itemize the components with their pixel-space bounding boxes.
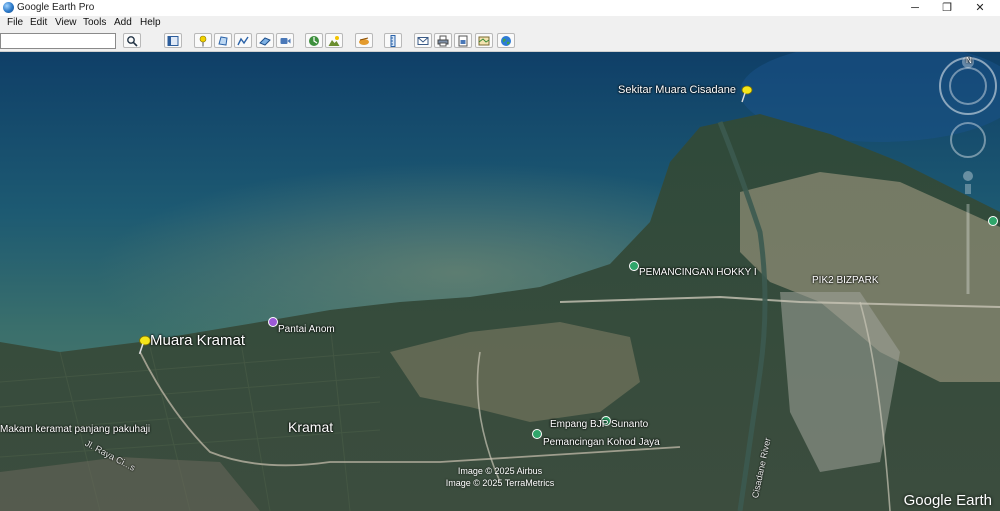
ruler-icon: [390, 34, 396, 47]
pushpin-icon[interactable]: [739, 85, 753, 103]
ruler-button[interactable]: [384, 33, 402, 48]
compass-north-label: N: [966, 56, 972, 65]
email-icon: [417, 36, 429, 45]
toolbar: [0, 31, 1000, 52]
label-sekitar-muara-cisadane[interactable]: Sekitar Muara Cisadane: [618, 84, 736, 96]
label-kramat[interactable]: Kramat: [288, 419, 333, 435]
label-pemancingan-kohod[interactable]: Pemancingan Kohod Jaya: [543, 437, 660, 448]
poi-marker-icon[interactable]: [268, 317, 278, 327]
menu-view[interactable]: View: [55, 17, 77, 28]
poi-marker-icon[interactable]: [629, 261, 639, 271]
sidebar-toggle-button[interactable]: [164, 33, 182, 48]
map-view-icon: [478, 36, 490, 45]
google-maps-button[interactable]: [475, 33, 493, 48]
planets-button[interactable]: [355, 33, 373, 48]
menu-add[interactable]: Add: [114, 17, 132, 28]
planet-icon: [359, 37, 369, 45]
record-tour-button[interactable]: [276, 33, 294, 48]
historical-imagery-button[interactable]: [305, 33, 323, 48]
search-icon: [127, 35, 138, 47]
label-empang-bjp[interactable]: Empang BJP Sunanto: [550, 419, 648, 430]
menu-bar: File Edit View Tools Add Help: [0, 16, 1000, 31]
title-bar: Google Earth Pro ─ ❐ ✕: [0, 0, 1000, 16]
search-input[interactable]: [0, 33, 116, 49]
add-polygon-button[interactable]: [214, 33, 232, 48]
print-icon: [437, 35, 449, 46]
label-makam-keramat[interactable]: Makam keramat panjang pakuhaji: [0, 424, 150, 435]
menu-help[interactable]: Help: [140, 17, 161, 28]
label-muara-kramat[interactable]: Muara Kramat: [150, 332, 245, 349]
poi-marker-icon[interactable]: [532, 429, 542, 439]
email-button[interactable]: [414, 33, 432, 48]
add-placemark-button[interactable]: [194, 33, 212, 48]
sidebar-icon: [167, 35, 179, 46]
polygon-icon: [218, 35, 228, 46]
minimize-button[interactable]: ─: [899, 0, 931, 16]
attribution-line-2: Image © 2025 TerraMetrics: [445, 478, 555, 488]
maximize-button[interactable]: ❐: [931, 0, 963, 16]
window-title: Google Earth Pro: [17, 2, 95, 13]
path-icon: [237, 36, 249, 45]
add-image-overlay-button[interactable]: [256, 33, 274, 48]
sunlight-button[interactable]: [325, 33, 343, 48]
placemark-icon: [199, 35, 207, 46]
map-viewport[interactable]: Sekitar Muara Cisadane Muara Kramat Pant…: [0, 52, 1000, 511]
add-path-button[interactable]: [234, 33, 252, 48]
image-overlay-icon: [259, 36, 271, 46]
close-button[interactable]: ✕: [964, 0, 996, 16]
google-earth-icon: [3, 2, 14, 13]
google-earth-logo: Google Earth: [903, 492, 992, 509]
globe-icon: [501, 35, 511, 46]
search-button[interactable]: [123, 33, 141, 48]
label-pantai-anom[interactable]: Pantai Anom: [278, 324, 335, 335]
attribution-line-1: Image © 2025 Airbus: [457, 466, 543, 476]
save-image-button[interactable]: [454, 33, 472, 48]
earth-view-button[interactable]: [497, 33, 515, 48]
label-pemancingan-hokky[interactable]: PEMANCINGAN HOKKY I: [639, 267, 757, 278]
navigation-controls[interactable]: [938, 56, 998, 296]
label-pik2-bizpark[interactable]: PIK2 BIZPARK: [812, 275, 879, 286]
menu-tools[interactable]: Tools: [83, 17, 106, 28]
save-image-icon: [458, 35, 468, 46]
sunlight-icon: [328, 35, 340, 46]
menu-file[interactable]: File: [7, 17, 23, 28]
menu-edit[interactable]: Edit: [30, 17, 47, 28]
record-tour-icon: [280, 37, 291, 44]
print-button[interactable]: [434, 33, 452, 48]
historical-imagery-icon: [309, 35, 319, 46]
